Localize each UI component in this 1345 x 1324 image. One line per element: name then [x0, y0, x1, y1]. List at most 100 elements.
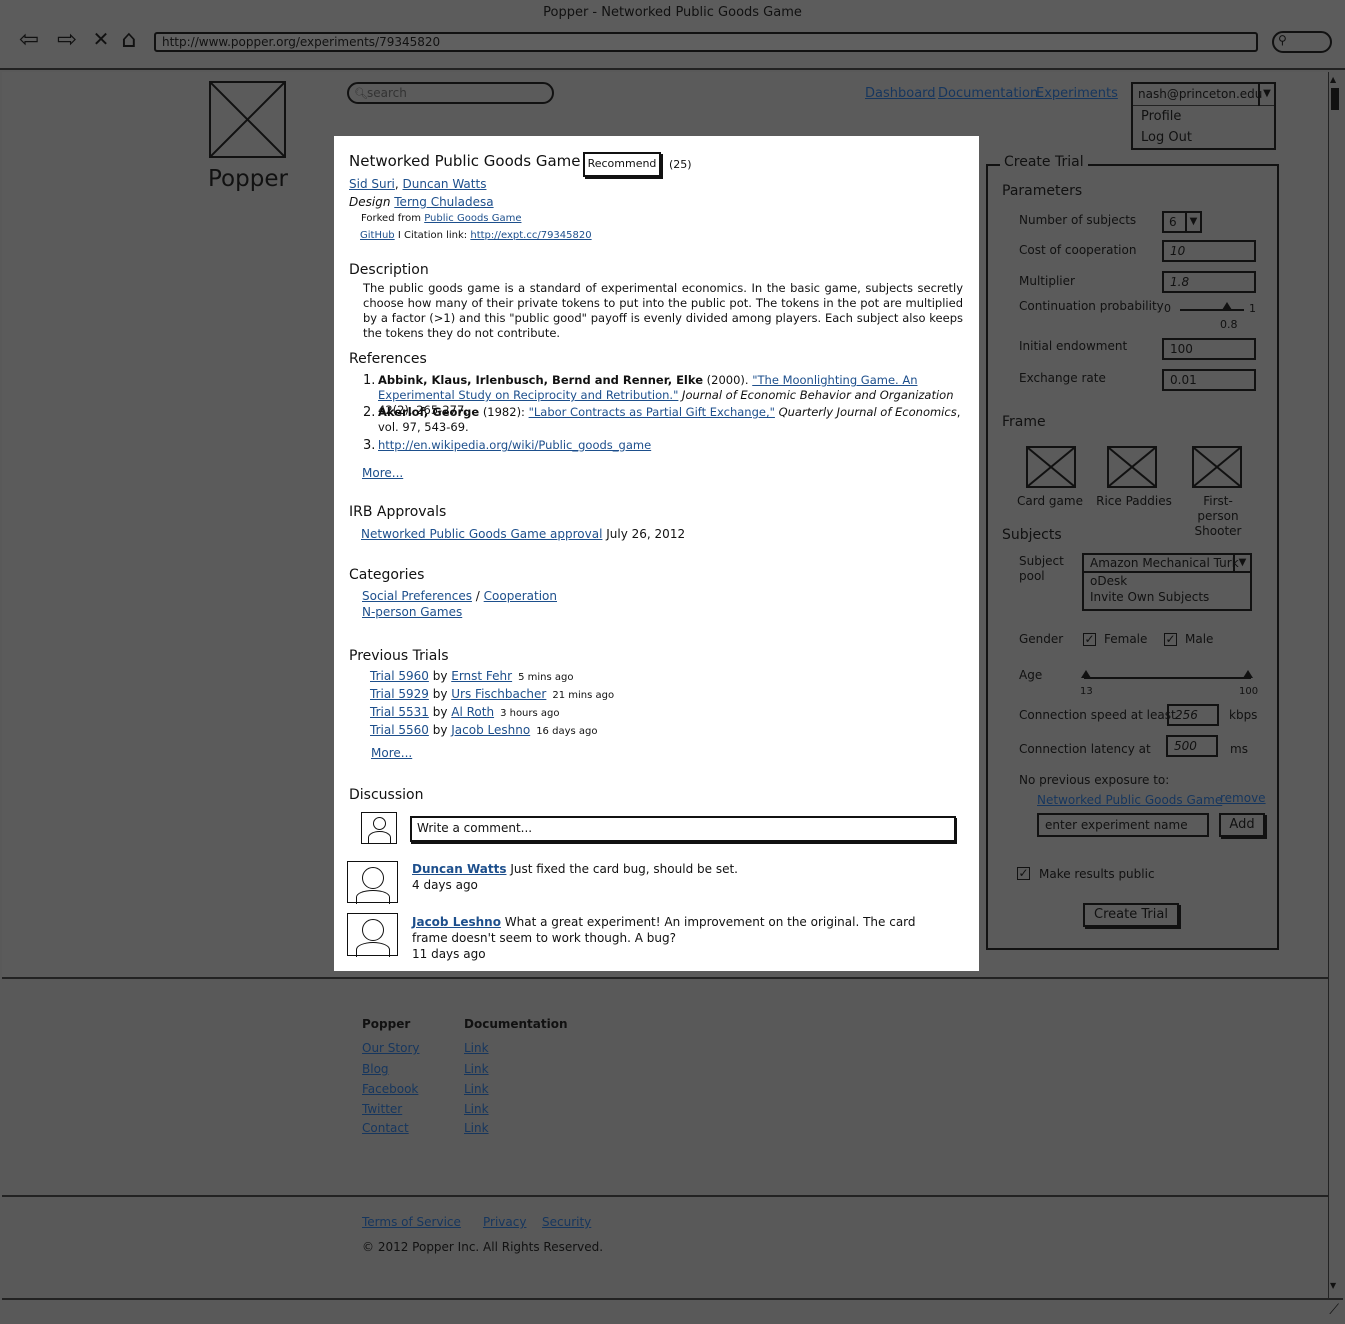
frame-shooter-image[interactable] [1192, 446, 1242, 488]
trial-user-link[interactable]: Jacob Leshno [451, 723, 530, 737]
male-checkbox[interactable]: ✓ [1164, 633, 1177, 646]
trial-user-link[interactable]: Ernst Fehr [451, 669, 512, 683]
menu-item-profile[interactable]: Profile [1133, 106, 1274, 127]
irb-approval-link[interactable]: Networked Public Goods Game approval [361, 527, 602, 541]
age-slider[interactable] [1084, 677, 1251, 679]
category-link[interactable]: Cooperation [484, 589, 557, 603]
stop-icon[interactable]: ✕ [86, 24, 116, 54]
reference-item: 3. http://en.wikipedia.org/wiki/Public_g… [363, 438, 963, 453]
footer-link-contact[interactable]: Contact [362, 1121, 409, 1135]
browser-search[interactable]: ⚲ [1272, 31, 1332, 53]
trial-by: by [432, 687, 448, 701]
footer-link-our-story[interactable]: Our Story [362, 1041, 420, 1055]
frame-card-game-label: Card game [1017, 494, 1083, 508]
address-bar[interactable]: http://www.popper.org/experiments/793458… [154, 32, 1258, 52]
nav-experiments[interactable]: Experiments [1036, 86, 1118, 101]
category-link[interactable]: Social Preferences [362, 589, 472, 603]
pool-option-invite[interactable]: Invite Own Subjects [1090, 589, 1250, 605]
exposure-item-text[interactable]: Networked Public Goods Game [1037, 793, 1222, 807]
menu-item-logout[interactable]: Log Out [1133, 127, 1274, 148]
horizontal-scrollbar[interactable]: ⟋ [2, 1298, 1343, 1322]
exposure-input[interactable]: enter experiment name [1037, 813, 1209, 837]
add-button[interactable]: Add [1219, 813, 1265, 837]
age-max-value: 100 [1239, 686, 1259, 697]
designer-link[interactable]: Terng Chuladesa [394, 195, 493, 209]
subject-pool-options[interactable]: oDesk Invite Own Subjects [1082, 573, 1252, 611]
frame-rice-paddies-image[interactable] [1107, 446, 1157, 488]
scrollbar-thumb[interactable] [1331, 88, 1339, 110]
user-menu[interactable]: nash@princeton.edu ▼ Profile Log Out [1131, 82, 1276, 150]
footer-doc-link[interactable]: Link [464, 1041, 489, 1055]
site-search-input[interactable]: 🔍︎ search [347, 82, 554, 104]
search-placeholder: search [367, 86, 407, 100]
scroll-down-icon[interactable]: ▼ [1330, 1282, 1341, 1290]
vertical-scrollbar[interactable]: ▲ ▼ [1328, 72, 1343, 1298]
more-text[interactable]: More... [362, 466, 403, 480]
github-link[interactable]: GitHub [360, 230, 395, 241]
endowment-input[interactable]: 100 [1162, 338, 1256, 360]
latency-input[interactable]: 500 [1166, 735, 1218, 757]
age-max-knob[interactable] [1243, 670, 1253, 678]
footer-link-facebook[interactable]: Facebook [362, 1082, 418, 1096]
nav-documentation[interactable]: Documentation [938, 86, 1038, 101]
scroll-up-icon[interactable]: ▲ [1330, 76, 1341, 84]
chevron-down-icon[interactable]: ▼ [1258, 84, 1274, 106]
more-text[interactable]: More... [371, 746, 412, 760]
reference-title-link[interactable]: "Labor Contracts as Partial Gift Exchang… [529, 405, 775, 419]
footer-doc-link[interactable]: Link [464, 1062, 489, 1076]
subject-pool-select[interactable]: Amazon Mechanical Turk ▼ [1082, 553, 1252, 573]
logo-text: Popper [208, 166, 288, 192]
exposure-item-link[interactable]: Networked Public Goods Game [1037, 793, 1222, 807]
references-more-link[interactable]: More... [362, 466, 403, 480]
footer-doc-link[interactable]: Link [464, 1102, 489, 1116]
create-trial-button[interactable]: Create Trial [1083, 903, 1179, 927]
exchange-input[interactable]: 0.01 [1162, 369, 1256, 391]
age-min-knob[interactable] [1081, 670, 1091, 678]
trials-more-link[interactable]: More... [371, 746, 412, 760]
trial-link[interactable]: Trial 5560 [370, 723, 429, 737]
trial-link[interactable]: Trial 5531 [370, 705, 429, 719]
trial-link[interactable]: Trial 5929 [370, 687, 429, 701]
back-icon[interactable]: ⇦ [14, 24, 44, 54]
home-icon[interactable]: ⌂ [114, 24, 144, 54]
continuation-slider[interactable] [1180, 309, 1244, 311]
chevron-down-icon[interactable]: ▼ [1233, 555, 1250, 571]
reference-url-link[interactable]: http://en.wikipedia.org/wiki/Public_good… [378, 438, 651, 452]
pool-option-odesk[interactable]: oDesk [1090, 573, 1250, 589]
remove-text[interactable]: remove [1220, 791, 1266, 805]
nav-dashboard[interactable]: Dashboard [865, 86, 936, 101]
author-link[interactable]: Sid Suri [349, 177, 395, 191]
trial-user-link[interactable]: Al Roth [451, 705, 494, 719]
multiplier-input[interactable]: 1.8 [1162, 271, 1256, 293]
citation-link[interactable]: http://expt.cc/79345820 [470, 230, 591, 241]
cost-label: Cost of cooperation [1019, 243, 1137, 257]
category-link[interactable]: N-person Games [362, 605, 462, 619]
security-link[interactable]: Security [542, 1215, 591, 1229]
privacy-link[interactable]: Privacy [483, 1215, 526, 1229]
frame-card-game-image[interactable] [1026, 446, 1076, 488]
footer-doc-link[interactable]: Link [464, 1082, 489, 1096]
comment-user-link[interactable]: Duncan Watts [412, 862, 507, 876]
remove-link[interactable]: remove [1220, 791, 1266, 805]
footer-link-blog[interactable]: Blog [362, 1062, 389, 1076]
terms-link[interactable]: Terms of Service [362, 1215, 461, 1229]
slider-knob[interactable] [1222, 302, 1232, 310]
forked-link[interactable]: Public Goods Game [424, 213, 521, 224]
author-link[interactable]: Duncan Watts [403, 177, 487, 191]
public-checkbox[interactable]: ✓ [1017, 867, 1030, 880]
num-subjects-select[interactable]: 6 ▼ [1162, 211, 1202, 233]
resize-grip-icon[interactable]: ⟋ [1329, 1302, 1339, 1318]
comment-user-link[interactable]: Jacob Leshno [412, 915, 501, 929]
recommend-button[interactable]: Recommend [583, 152, 661, 177]
trial-link[interactable]: Trial 5960 [370, 669, 429, 683]
cost-input[interactable]: 10 [1162, 240, 1256, 262]
footer-doc-link[interactable]: Link [464, 1121, 489, 1135]
female-checkbox[interactable]: ✓ [1083, 633, 1096, 646]
speed-input[interactable]: 256 [1167, 704, 1219, 726]
footer-link-twitter[interactable]: Twitter [362, 1102, 402, 1116]
trial-user-link[interactable]: Urs Fischbacher [451, 687, 546, 701]
chevron-down-icon[interactable]: ▼ [1185, 213, 1200, 231]
user-dropdown[interactable]: nash@princeton.edu ▼ [1133, 84, 1274, 106]
forward-icon[interactable]: ⇨ [52, 24, 82, 54]
comment-input[interactable]: Write a comment... [410, 816, 956, 842]
